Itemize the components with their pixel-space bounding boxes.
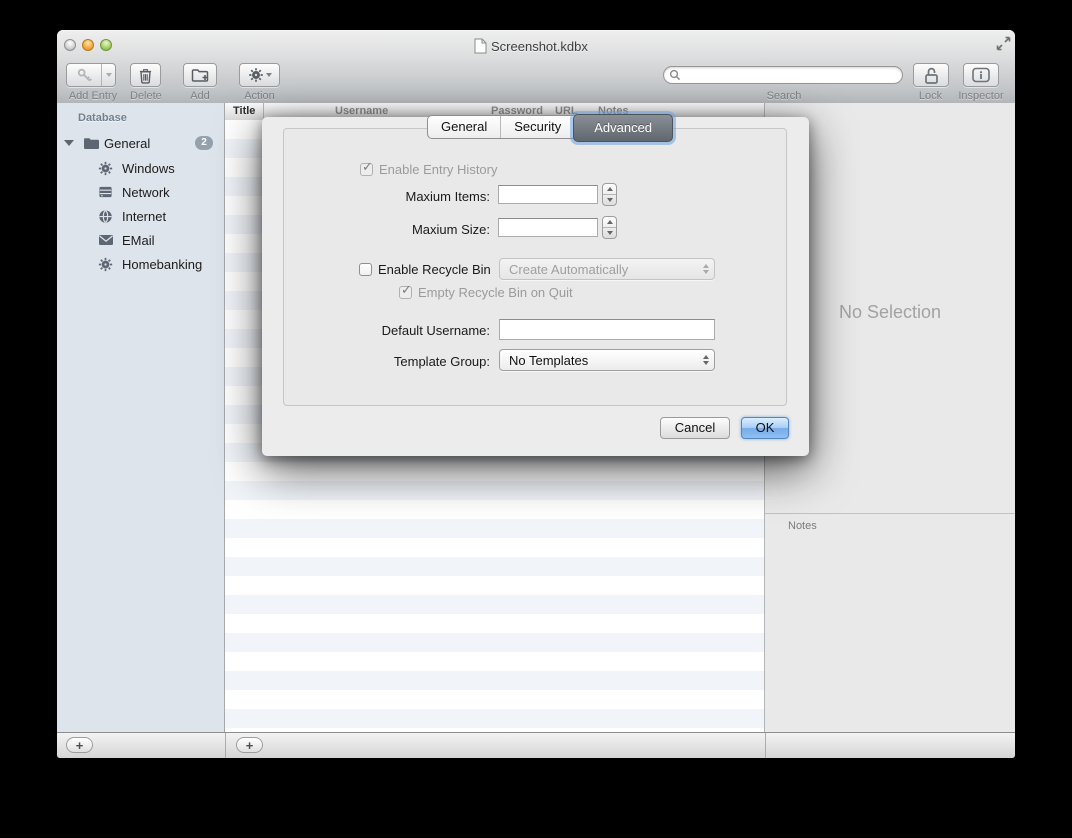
search-label: Search [754,90,814,102]
tab-general[interactable]: General [428,116,500,138]
gear-icon [98,161,113,176]
bottom-bar: + + [57,732,1015,758]
entry-count-badge: 2 [195,136,213,150]
sidebar-item-homebanking[interactable]: Homebanking [57,255,224,273]
stepper-down-icon[interactable] [603,195,616,205]
chevron-down-icon[interactable] [102,64,115,86]
recycle-bin-mode-popup[interactable]: Create Automatically [499,258,715,280]
ok-button[interactable]: OK [741,417,789,439]
maxium-items-stepper[interactable] [602,183,617,206]
delete-label: Delete [130,90,161,102]
template-group-label: Template Group: [262,354,490,369]
sidebar-item-general[interactable]: General 2 [57,134,224,152]
sidebar-item-label: EMail [122,233,155,248]
maxium-items-label: Maxium Items: [262,189,490,204]
inspector-button[interactable] [963,63,999,87]
default-username-label: Default Username: [262,323,490,338]
window-title: Screenshot.kdbx [491,39,588,54]
sidebar-item-email[interactable]: EMail [57,231,224,249]
app-window: Screenshot.kdbx Ad [57,30,1015,758]
notes-section-label: Notes [788,520,817,532]
folder-icon [83,137,100,150]
maxium-size-input[interactable] [498,218,598,237]
maxium-size-stepper[interactable] [602,216,617,239]
tab-bar: General Security Advanced [427,115,673,139]
document-icon [474,38,487,54]
sidebar-item-label: General [104,136,150,151]
enable-entry-history-label: Enable Entry History [379,162,498,177]
search-icon [669,69,681,81]
add-group-button[interactable] [183,63,217,87]
sidebar-item-label: Windows [122,161,175,176]
empty-recycle-bin-row: Empty Recycle Bin on Quit [399,285,573,300]
divider [225,733,226,758]
close-window-button[interactable] [64,39,76,51]
divider [765,733,766,758]
action-label: Action [239,90,280,102]
key-icon [67,64,101,86]
window-chrome: Screenshot.kdbx Ad [57,30,1015,104]
open-padlock-icon [922,66,940,85]
add-group-plus-button[interactable]: + [66,737,93,753]
delete-button[interactable] [130,63,161,87]
server-icon [98,185,113,199]
enable-entry-history-row: Enable Entry History [360,162,498,177]
maxium-size-label: Maxium Size: [262,222,490,237]
search-input[interactable] [681,68,902,82]
globe-icon [98,209,113,224]
default-username-input[interactable] [499,319,715,340]
sidebar-item-internet[interactable]: Internet [57,207,224,225]
stepper-up-icon[interactable] [603,184,616,195]
trash-icon [138,67,153,84]
inspector-label: Inspector [956,90,1006,102]
gear-icon [98,257,113,272]
sidebar-item-label: Network [122,185,170,200]
lock-label: Lock [910,90,951,102]
fullscreen-resize-icon[interactable] [995,35,1012,52]
empty-recycle-bin-label: Empty Recycle Bin on Quit [418,285,573,300]
tab-advanced[interactable]: Advanced [573,114,673,142]
folder-plus-icon [191,68,209,83]
popup-arrows-icon [703,350,709,370]
tab-security[interactable]: Security [500,116,574,138]
gear-icon [248,67,264,83]
search-field[interactable] [663,66,903,84]
cancel-button[interactable]: Cancel [660,417,730,439]
column-header-title[interactable]: Title [233,105,255,117]
envelope-icon [98,234,114,246]
add-entry-label: Add Entry [66,90,120,102]
add-entry-button[interactable] [66,63,116,87]
enable-recycle-bin-checkbox[interactable] [359,263,372,276]
info-icon [971,67,991,83]
column-header-username[interactable]: Username [335,105,388,117]
database-settings-dialog: General Security Advanced Enable Entry H… [262,117,809,456]
inspector-divider [765,513,1015,514]
group-sidebar: Database General 2 Windows Network [57,103,225,732]
maxium-items-input[interactable] [498,185,598,204]
enable-entry-history-checkbox[interactable] [360,163,373,176]
template-group-value: No Templates [509,353,588,368]
sidebar-item-windows[interactable]: Windows [57,159,224,177]
lock-button[interactable] [913,63,949,87]
template-group-popup[interactable]: No Templates [499,349,715,371]
action-button[interactable] [239,63,280,87]
empty-recycle-bin-checkbox[interactable] [399,286,412,299]
stepper-down-icon[interactable] [603,228,616,238]
enable-recycle-bin-row: Enable Recycle Bin [359,262,491,277]
sidebar-item-label: Homebanking [122,257,202,272]
add-entry-plus-button[interactable]: + [236,737,263,753]
minimize-window-button[interactable] [82,39,94,51]
desktop: { "window": { "title": "Screenshot.kdbx"… [0,0,1072,838]
zoom-window-button[interactable] [100,39,112,51]
disclosure-triangle-icon[interactable] [64,140,74,146]
sidebar-item-network[interactable]: Network [57,183,224,201]
sidebar-section-header: Database [78,112,127,124]
popup-arrows-icon [703,259,709,279]
chevron-down-icon[interactable] [266,73,272,77]
sidebar-item-label: Internet [122,209,166,224]
enable-recycle-bin-label: Enable Recycle Bin [378,262,491,277]
stepper-up-icon[interactable] [603,217,616,228]
recycle-bin-mode-value: Create Automatically [509,262,628,277]
